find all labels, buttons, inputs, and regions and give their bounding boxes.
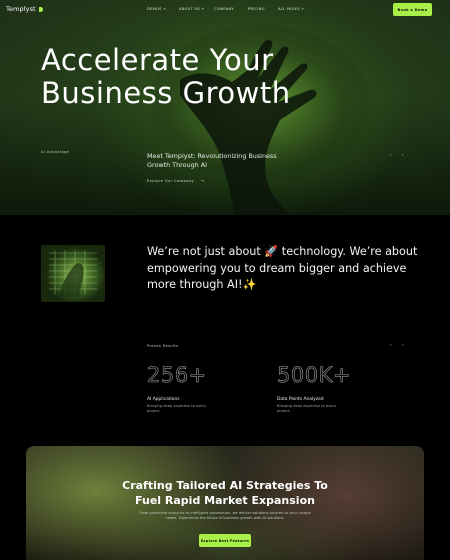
stat-description: Bringing deep expertise to every project… — [147, 404, 207, 414]
logo-mark-icon — [38, 6, 43, 12]
hero-title: Accelerate Your Business Growth — [41, 44, 291, 110]
thumbnail-graphic — [49, 250, 97, 297]
top-nav: Templyst Demos + About Us + Company Pric… — [0, 0, 450, 20]
stat-label: Data Points Analyzed — [277, 397, 324, 402]
hero-eyebrow: AI Advantage — [41, 150, 70, 154]
hero-next-arrow-icon[interactable]: › — [402, 152, 404, 157]
logo[interactable]: Templyst — [6, 5, 43, 13]
cta-description: From predictive analytics to intelligent… — [139, 511, 311, 521]
hero-section: Templyst Demos + About Us + Company Pric… — [0, 0, 450, 215]
hand-image — [150, 25, 370, 215]
stat-value: 256+ — [147, 363, 207, 388]
cta-title-line1: Crafting Tailored AI Strategies To — [122, 479, 328, 492]
cta-title-line2: Fuel Rapid Market Expansion — [135, 494, 315, 507]
results-eyebrow: Proven Results — [147, 344, 179, 348]
stat-description: Bringing deep expertise to every project… — [277, 404, 337, 414]
hero-title-line2: Business Growth — [41, 76, 291, 110]
cta-card: Crafting Tailored AI Strategies To Fuel … — [26, 446, 424, 560]
nav-link-all-pages[interactable]: All Pages + — [278, 7, 305, 11]
hero-meet-text: Meet Templyst: Revolutionizing Business … — [147, 152, 277, 169]
intro-statement: We’re not just about 🚀 technology. We’re… — [147, 245, 418, 291]
explore-company-link[interactable]: Explore Our Company → — [147, 178, 204, 183]
arrow-right-icon: → — [200, 178, 205, 183]
stat-value: 500K+ — [277, 363, 351, 388]
book-demo-button[interactable]: Book a Demo — [393, 3, 432, 16]
nav-link-about-us[interactable]: About Us + — [179, 7, 205, 11]
nav-link-demos[interactable]: Demos + — [147, 7, 167, 11]
hero-title-line1: Accelerate Your — [41, 43, 274, 77]
cta-title: Crafting Tailored AI Strategies To Fuel … — [26, 478, 424, 508]
explore-company-label: Explore Our Company — [147, 179, 195, 183]
results-prev-arrow-icon[interactable]: ‹ — [390, 342, 392, 347]
nav-link-company[interactable]: Company — [214, 7, 234, 11]
stat-label: AI Applications — [147, 397, 180, 402]
hero-prev-arrow-icon[interactable]: ‹ — [390, 152, 392, 157]
logo-text: Templyst — [6, 5, 36, 13]
nav-link-pricing[interactable]: Pricing — [248, 7, 265, 11]
results-next-arrow-icon[interactable]: › — [402, 342, 404, 347]
intro-thumbnail-image — [41, 245, 105, 302]
explore-features-button[interactable]: Explore Best Features — [199, 534, 251, 547]
